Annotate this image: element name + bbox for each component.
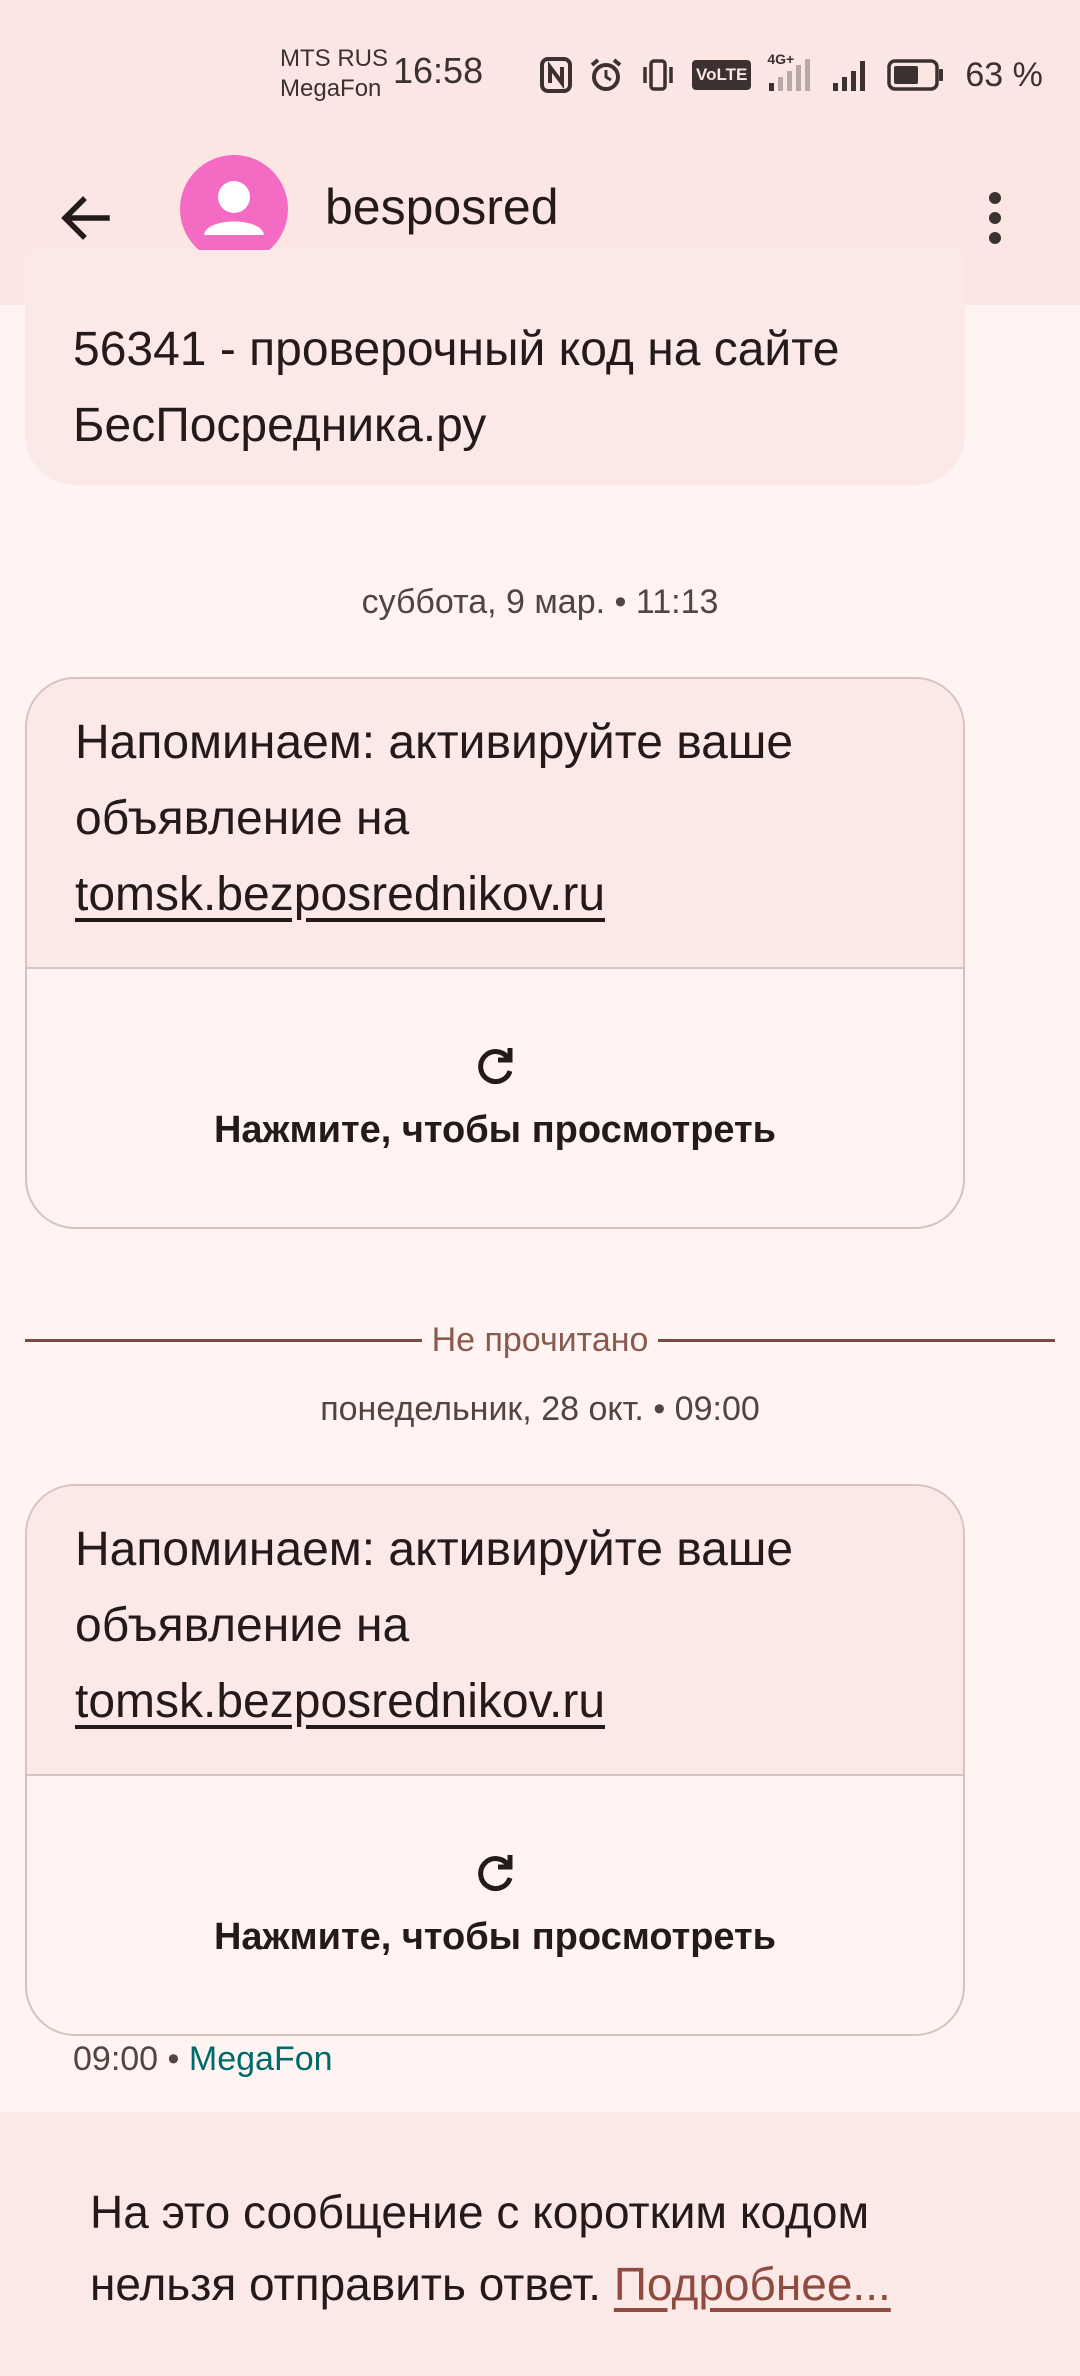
meta-separator: • [167,2040,180,2078]
divider-line [25,1338,422,1342]
unread-label: Не прочитано [431,1320,649,1359]
more-options-button[interactable] [955,180,1035,260]
message-link[interactable]: tomsk.bezposrednikov.ru [75,868,605,921]
message-text: Напоминаем: активируйте ваше объявление … [75,716,794,845]
date-separator: понедельник, 28 окт. • 09:00 [320,1390,760,1428]
divider-line [658,1338,1056,1342]
carrier-1: MTS RUS [280,45,388,72]
reply-disabled-footer: На это сообщение с коротким кодом нельзя… [0,2112,1080,2376]
message-link[interactable]: tomsk.bezposrednikov.ru [75,1675,605,1728]
learn-more-link[interactable]: Подробнее... [614,2258,891,2310]
message-text-block: Напоминаем: активируйте ваше объявление … [27,1486,963,1776]
message-text: 56341 - проверочный код на сайте БесПоср… [73,323,840,452]
message-bubble[interactable]: Напоминаем: активируйте ваше объявление … [25,1484,965,2036]
sim-label: MegaFon [188,2040,333,2078]
message-meta: 09:00 • MegaFon [73,2040,333,2079]
preview-label: Нажмите, чтобы просмотреть [213,1109,777,1151]
signal-icon [831,57,871,93]
avatar[interactable] [180,155,288,263]
tap-to-preview-button[interactable]: Нажмите, чтобы просмотреть [27,1776,963,2034]
message-text: Напоминаем: активируйте ваше объявление … [75,1523,794,1652]
arrow-back-icon [57,190,113,251]
back-button[interactable] [45,180,125,260]
battery-icon [887,59,945,91]
message-bubble[interactable]: Напоминаем: активируйте ваше объявление … [25,677,965,1229]
refresh-icon [472,1044,518,1095]
contact-name[interactable]: besposred [325,178,559,236]
status-icons: VoLTE 4G+ 63 % [540,51,1043,98]
tap-to-preview-button[interactable]: Нажмите, чтобы просмотреть [27,969,963,1227]
message-time: 09:00 [73,2040,159,2078]
alarm-icon [588,57,624,93]
person-icon [204,181,264,235]
battery-percent: 63 % [965,55,1043,94]
vibrate-icon [640,57,676,93]
carrier-names: MTS RUS MegaFon [280,44,388,104]
message-bubble[interactable]: 56341 - проверочный код на сайте БесПоср… [25,250,965,485]
volte-label: VoLTE [692,60,752,90]
network-label: 4G+ [767,51,795,67]
preview-label: Нажмите, чтобы просмотреть [213,1916,777,1958]
status-bar: MTS RUS MegaFon 16:58 VoLTE 4G+ 63 % [0,0,1080,150]
nfc-icon [540,57,572,93]
refresh-icon [472,1851,518,1902]
reply-disabled-notice: На это сообщение с коротким кодом нельзя… [90,2176,990,2320]
signal-4g-icon: 4G+ [767,51,815,93]
carrier-2: MegaFon [280,75,382,102]
message-text-block: Напоминаем: активируйте ваше объявление … [27,679,963,969]
unread-divider: Не прочитано [25,1320,1056,1360]
date-separator: суббота, 9 мар. • 11:13 [361,583,719,621]
volte-icon: VoLTE [692,60,752,90]
more-vert-icon [985,190,1005,251]
status-clock: 16:58 [393,50,484,91]
